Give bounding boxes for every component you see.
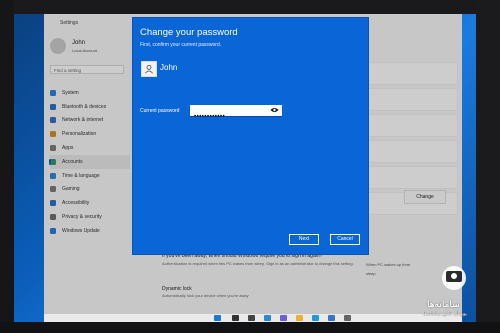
watermark-subtitle: پورتال جامع سامانه‌ها [423,311,467,317]
current-password-label: Current password [140,108,180,114]
dialog-user-name: John [160,63,178,72]
photo-border-left [0,0,14,333]
dialog-subtitle: First, confirm your current password. [140,42,222,48]
dialog-title: Change your password [140,27,238,38]
chat-icon[interactable] [280,315,287,321]
task-view-icon[interactable] [248,315,255,321]
settings-gear-icon[interactable] [344,315,351,321]
watermark-title: سامانه‌ها [427,299,460,309]
current-password-field[interactable] [190,105,282,122]
cancel-button[interactable]: Cancel [330,234,360,245]
start-icon[interactable] [214,315,221,321]
next-button[interactable]: Next [289,234,319,245]
change-password-dialog: Change your password First, confirm your… [133,18,368,254]
search-icon[interactable] [232,315,239,321]
current-password-input[interactable] [190,112,266,122]
widgets-icon[interactable] [264,315,271,321]
photo-border-top [0,0,500,14]
file-explorer-icon[interactable] [296,315,303,321]
store-icon[interactable] [328,315,335,321]
reveal-password-icon[interactable] [270,107,279,113]
user-avatar-icon [141,61,157,77]
edge-icon[interactable] [312,315,319,321]
